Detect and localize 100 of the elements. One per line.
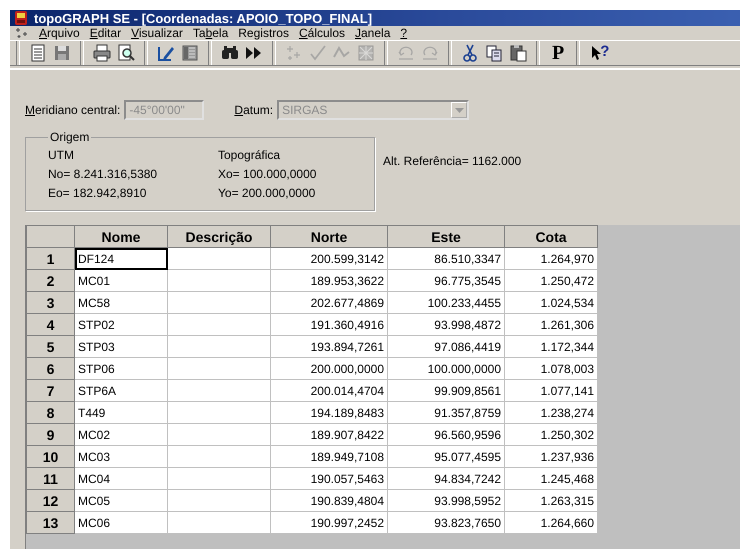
row-header[interactable]: 3 bbox=[26, 292, 74, 314]
table-cell[interactable]: 1.237,936 bbox=[504, 446, 598, 468]
table-cell[interactable]: 1.078,003 bbox=[504, 358, 598, 380]
menu-item[interactable]: Editar bbox=[84, 26, 126, 40]
menu-item[interactable]: Janela bbox=[350, 26, 396, 40]
menu-item[interactable]: Registros bbox=[233, 26, 294, 40]
panel-icon[interactable] bbox=[180, 43, 200, 63]
table-cell[interactable]: 1.261,306 bbox=[504, 314, 598, 336]
east-origin-text: Eo= 182.942,8910 bbox=[48, 186, 148, 200]
table-cell[interactable]: 100.000,0000 bbox=[388, 358, 504, 380]
menu-item[interactable]: Visualizar bbox=[126, 26, 188, 40]
caret-icon bbox=[454, 108, 464, 112]
table-cell[interactable]: 93.998,5952 bbox=[388, 490, 504, 512]
row-header[interactable]: 9 bbox=[26, 424, 74, 446]
row-header[interactable]: 10 bbox=[26, 446, 74, 468]
table-cell[interactable]: 93.823,7650 bbox=[388, 512, 504, 534]
utm-heading: UTM bbox=[48, 148, 75, 162]
table-cell[interactable]: 193.894,7261 bbox=[270, 336, 388, 358]
table-cell[interactable]: 1.263,315 bbox=[504, 490, 598, 512]
copy-icon[interactable] bbox=[484, 43, 504, 63]
table-cell[interactable]: 189.907,8422 bbox=[270, 424, 388, 446]
table-cell[interactable]: 190.839,4804 bbox=[270, 490, 388, 512]
group-title: Origem bbox=[49, 130, 90, 144]
table-cell[interactable]: 96.775,3545 bbox=[388, 270, 504, 292]
row-header[interactable]: 11 bbox=[26, 468, 74, 490]
table-cell[interactable]: 1.024,534 bbox=[504, 292, 598, 314]
table-cell[interactable]: T449 bbox=[74, 402, 168, 424]
window-title: topoGRAPH SE - [Coordenadas: APOIO_TOPO_FINAL] bbox=[34, 10, 372, 26]
table-cell[interactable]: 99.909,8561 bbox=[388, 380, 504, 402]
table-cell[interactable]: STP02 bbox=[74, 314, 168, 336]
table-cell[interactable]: 202.677,4869 bbox=[270, 292, 388, 314]
column-header[interactable]: Este bbox=[388, 226, 504, 248]
x-origin-text: Xo= 100.000,0000 bbox=[218, 167, 318, 181]
table-cell[interactable]: 1.250,472 bbox=[504, 270, 598, 292]
row-header[interactable]: 4 bbox=[26, 314, 74, 336]
table-cell[interactable]: 94.834,7242 bbox=[388, 468, 504, 490]
table-cell[interactable]: 100.233,4455 bbox=[388, 292, 504, 314]
table-cell[interactable]: 191.360,4916 bbox=[270, 314, 388, 336]
column-header[interactable]: Norte bbox=[270, 226, 388, 248]
table-cell[interactable]: 1.264,970 bbox=[504, 248, 598, 270]
row-header[interactable]: 2 bbox=[26, 270, 74, 292]
table-cell[interactable]: STP6A bbox=[74, 380, 168, 402]
topographic-heading: Topográfica bbox=[218, 148, 282, 162]
table-cell[interactable]: MC58 bbox=[74, 292, 168, 314]
row-header[interactable]: 13 bbox=[26, 512, 74, 534]
table-cell[interactable]: MC02 bbox=[74, 424, 168, 446]
meridian-label: Meridiano central: bbox=[25, 103, 120, 117]
table-cell[interactable]: 1.238,274 bbox=[504, 402, 598, 424]
table-cell[interactable]: 97.086,4419 bbox=[388, 336, 504, 358]
north-origin-text: No= 8.241.316,5380 bbox=[48, 167, 158, 181]
column-header[interactable]: Cota bbox=[504, 226, 598, 248]
magnifier-page-icon[interactable] bbox=[116, 43, 136, 63]
table-cell[interactable]: MC05 bbox=[74, 490, 168, 512]
menu-item[interactable]: Arquivo bbox=[34, 26, 85, 40]
table-cell[interactable]: 1.077,141 bbox=[504, 380, 598, 402]
table-cell[interactable]: 1.264,660 bbox=[504, 512, 598, 534]
row-header[interactable]: 8 bbox=[26, 402, 74, 424]
printer-icon[interactable] bbox=[92, 43, 112, 63]
app-icon bbox=[14, 10, 28, 26]
table-cell[interactable]: MC03 bbox=[74, 446, 168, 468]
menu-item[interactable]: Cálculos bbox=[294, 26, 350, 40]
table-cell[interactable]: 190.057,5463 bbox=[270, 468, 388, 490]
table-cell[interactable]: 1.172,344 bbox=[504, 336, 598, 358]
bold-p-button[interactable]: P bbox=[548, 42, 568, 64]
row-header[interactable]: 12 bbox=[26, 490, 74, 512]
table-cell[interactable]: 200.014,4704 bbox=[270, 380, 388, 402]
row-header[interactable]: 1 bbox=[26, 248, 74, 270]
table-cell[interactable]: MC04 bbox=[74, 468, 168, 490]
table-cell[interactable]: 1.250,302 bbox=[504, 424, 598, 446]
table-cell[interactable]: 86.510,3347 bbox=[388, 248, 504, 270]
table-cell[interactable]: 200.000,0000 bbox=[270, 358, 388, 380]
row-header[interactable]: 7 bbox=[26, 380, 74, 402]
table-cell[interactable]: 189.953,3622 bbox=[270, 270, 388, 292]
table-cell[interactable]: MC06 bbox=[74, 512, 168, 534]
table-cell[interactable]: 194.189,8483 bbox=[270, 402, 388, 424]
table-cell[interactable]: DF124 bbox=[74, 248, 168, 270]
table-cell[interactable]: 189.949,7108 bbox=[270, 446, 388, 468]
sparkle-icon bbox=[14, 26, 30, 40]
help-pointer-button[interactable]: ? bbox=[588, 45, 612, 61]
pointer-icon bbox=[591, 45, 602, 61]
table-cell[interactable]: STP06 bbox=[74, 358, 168, 380]
table-cell[interactable]: 1.245,468 bbox=[504, 468, 598, 490]
row-header[interactable]: 6 bbox=[26, 358, 74, 380]
menu-item[interactable]: ? bbox=[395, 26, 412, 40]
y-origin-text: Yo= 200.000,0000 bbox=[218, 186, 316, 200]
table-cell[interactable]: 200.599,3142 bbox=[270, 248, 388, 270]
table-cell[interactable]: 95.077,4595 bbox=[388, 446, 504, 468]
table-cell[interactable]: MC01 bbox=[74, 270, 168, 292]
menu-item[interactable]: Tabela bbox=[188, 26, 234, 40]
table-cell[interactable]: 93.998,4872 bbox=[388, 314, 504, 336]
table-cell[interactable]: 91.357,8759 bbox=[388, 402, 504, 424]
table-cell[interactable]: 96.560,9596 bbox=[388, 424, 504, 446]
column-header[interactable]: Descrição bbox=[168, 226, 270, 248]
table-cell[interactable]: STP03 bbox=[74, 336, 168, 358]
paste-icon[interactable] bbox=[508, 43, 528, 63]
table-cell[interactable]: 190.997,2452 bbox=[270, 512, 388, 534]
reference-altitude-text: Alt. Referência= 1162.000 bbox=[383, 154, 522, 168]
row-header[interactable]: 5 bbox=[26, 336, 74, 358]
datum-label: Datum: bbox=[234, 103, 274, 117]
column-header[interactable]: Nome bbox=[74, 226, 168, 248]
